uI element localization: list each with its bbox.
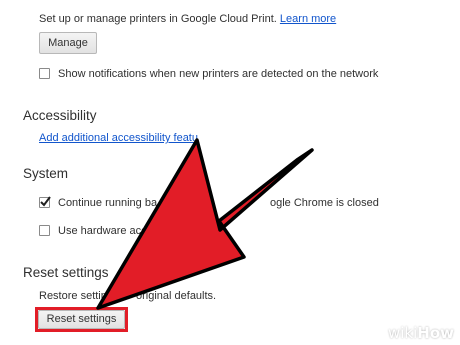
watermark-how: How	[417, 324, 454, 342]
red-arrow-icon	[96, 138, 314, 310]
watermark-wiki: wiki	[387, 324, 418, 342]
wikihow-watermark: wikiHow	[388, 324, 454, 342]
